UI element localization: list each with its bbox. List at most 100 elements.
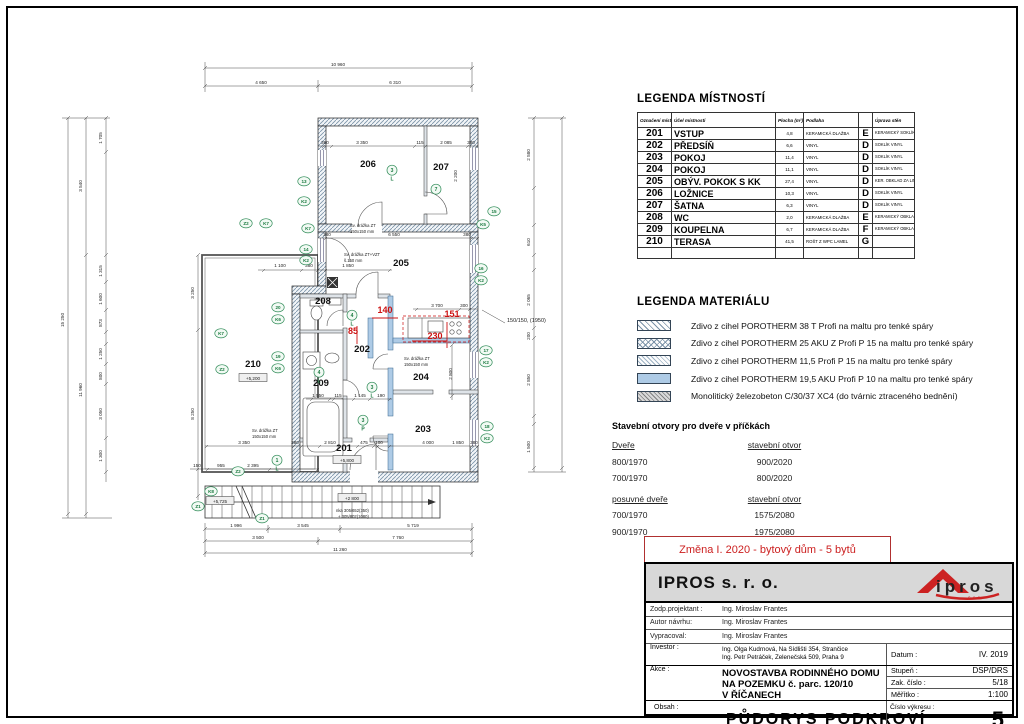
marker-label: K7 bbox=[263, 221, 269, 226]
title-block: IPROS s. r. o. ipros s. r. o. Zodp.proje… bbox=[644, 562, 1014, 716]
door-size: 700/1970 bbox=[612, 510, 727, 520]
title-block-header: IPROS s. r. o. ipros s. r. o. bbox=[646, 564, 1012, 603]
door-openings-title: Stavební otvory pro dveře v příčkách bbox=[612, 421, 882, 431]
table-row: 205OBÝV. POKOK S KK27,4VINYLDKER. OBKLAD… bbox=[638, 176, 915, 188]
plan-note: 150x150 mm bbox=[350, 229, 375, 234]
bathroom-kitchen-fixtures bbox=[303, 298, 470, 456]
company-logo: ipros s. r. o. bbox=[906, 566, 1006, 600]
changed-dimension-label: 140 bbox=[377, 305, 392, 315]
door-size: 800/1970 bbox=[612, 457, 727, 467]
room-number-label: 201 bbox=[336, 443, 353, 454]
dimension-label: 1 850 bbox=[452, 440, 464, 445]
dimension-label: 1 500 bbox=[526, 441, 531, 453]
door-mark-number: 7 bbox=[435, 187, 438, 193]
hatch-porotherm-115-swatch bbox=[637, 355, 671, 366]
dimension-label: 7 760 bbox=[392, 535, 404, 540]
door-opening-row: 700/1970800/2020 bbox=[612, 473, 882, 490]
table-row: 204POKOJ11,1VINYLDSOKLÍK VINYL bbox=[638, 164, 915, 176]
room-id: 206 bbox=[638, 188, 672, 200]
dimension-label: 3 700 bbox=[431, 303, 443, 308]
door-mark-number: 1 bbox=[276, 458, 279, 464]
room-area: 11,4 bbox=[776, 152, 804, 164]
scale-cell: Měřítko :1:100 bbox=[887, 689, 1012, 700]
dimension-label: 380 bbox=[291, 440, 299, 445]
room-wall: SOKLÍK VINYL bbox=[873, 152, 915, 164]
crosshatch-porotherm-25aku-swatch bbox=[637, 338, 671, 349]
dimension-label: 5 719 bbox=[407, 523, 419, 528]
dimension-label: 800 bbox=[98, 372, 103, 380]
plan-note: nka 305/652(350) bbox=[336, 508, 369, 513]
dimension-label: 200 bbox=[526, 332, 531, 340]
dimension-label: 1 850 bbox=[342, 263, 354, 268]
table-header-row: Označení místn. Účel místnosti Plocha (m… bbox=[638, 113, 915, 128]
door-opening-row: 800/1970900/2020 bbox=[612, 457, 882, 474]
room-floor: KERAMICKÁ DLAŽBA bbox=[804, 212, 859, 224]
dimension-label: 1 550 bbox=[312, 393, 324, 398]
door-mark-number: 3 bbox=[371, 385, 374, 391]
content-label: Obsah : bbox=[650, 704, 726, 711]
col-header-wall: Úprava stěn bbox=[873, 113, 915, 128]
dimension-label: 3 250 bbox=[190, 287, 195, 299]
room-name: ŠATNA bbox=[672, 200, 776, 212]
door-mark-letter: L bbox=[275, 467, 278, 473]
room-floor: KERAMICKÁ DLAŽBA bbox=[804, 224, 859, 236]
dimension-label: 11 960 bbox=[78, 383, 83, 397]
door-size: 900/1970 bbox=[612, 527, 727, 537]
room-floor: VINYL bbox=[804, 176, 859, 188]
table-row: 206LOŽNICE10,3VINYLDSOKLÍK VINYL bbox=[638, 188, 915, 200]
marker-label: Z1 bbox=[195, 504, 201, 509]
room-number-label: 203 bbox=[415, 424, 431, 435]
room-area: 10,3 bbox=[776, 188, 804, 200]
dimension-label: 6 550 bbox=[388, 232, 400, 237]
room-number-label: 208 bbox=[315, 296, 331, 307]
room-name: TERASA bbox=[672, 236, 776, 248]
marker-label: 19 bbox=[275, 354, 281, 359]
room-legend: LEGENDA MÍSTNOSTÍ Označení místn. Účel m… bbox=[637, 93, 915, 259]
changed-dimension-label: 85 bbox=[348, 326, 358, 336]
marker-label: K2 bbox=[301, 199, 307, 204]
room-number-label: 202 bbox=[354, 344, 370, 355]
dimension-label: 2 085 bbox=[440, 140, 452, 145]
material-label: Zdivo z cihel POROTHERM 25 AKU Z Profi P… bbox=[691, 338, 973, 348]
material-item: Zdivo z cihel POROTHERM 38 T Profi na ma… bbox=[637, 317, 1023, 335]
table-row: 203POKOJ11,4VINYLDSOKLÍK VINYL bbox=[638, 152, 915, 164]
field-value: Ing. Miroslav Frantes bbox=[722, 619, 787, 626]
investor-row: Investor : Ing. Olga Kudrnová, Na Sídliš… bbox=[646, 644, 1012, 666]
investor-line2: Ing. Petr Petráček, Zelenečská 509, Prah… bbox=[722, 654, 844, 661]
room-name: WC bbox=[672, 212, 776, 224]
stairs bbox=[205, 486, 440, 518]
dimension-label: 11 260 bbox=[333, 547, 347, 552]
dimension-label: 380 bbox=[323, 232, 331, 237]
dimension-label: 15 250 bbox=[60, 313, 65, 327]
dimension-label: 115 bbox=[416, 140, 424, 145]
marker-label: Z2 bbox=[219, 367, 225, 372]
title-block-row: Zodp.projektant :Ing. Miroslav Frantes bbox=[646, 603, 1012, 617]
title-block-row: Vypracoval:Ing. Miroslav Frantes bbox=[646, 630, 1012, 644]
door-mark-number: 3 bbox=[362, 418, 365, 424]
dimension-label: 380 bbox=[321, 140, 329, 145]
room-legend-table: Označení místn. Účel místnosti Plocha (m… bbox=[637, 112, 915, 259]
col-header-letter bbox=[859, 113, 873, 128]
marker-label: 16 bbox=[478, 266, 484, 271]
room-area: 41,5 bbox=[776, 236, 804, 248]
marker-label: K2 bbox=[478, 278, 484, 283]
project-title: NOVOSTAVBA RODINNÉHO DOMU NA POZEMKU č. … bbox=[722, 666, 880, 700]
door-size: 700/1970 bbox=[612, 473, 727, 483]
door-mark-number: 3 bbox=[391, 168, 394, 174]
room-floor: KERAMICKÁ DLAŽBA bbox=[804, 128, 859, 140]
room-area: 11,1 bbox=[776, 164, 804, 176]
investor-label: Investor : bbox=[646, 644, 722, 665]
plan-note: Sv. drážka ZT bbox=[350, 223, 376, 228]
room-floor: VINYL bbox=[804, 164, 859, 176]
dimension-label: 1 600 bbox=[98, 293, 103, 305]
empty-cell bbox=[804, 248, 859, 259]
stage-label: Stupeň : bbox=[891, 666, 918, 675]
date-value: IV. 2019 bbox=[979, 650, 1008, 659]
order-number-label: Zak. číslo : bbox=[891, 678, 926, 687]
room-floor: VINYL bbox=[804, 200, 859, 212]
room-id: 202 bbox=[638, 140, 672, 152]
col-header-area: Plocha (m²) bbox=[776, 113, 804, 128]
room-area: 2,0 bbox=[776, 212, 804, 224]
solid-porotherm-195aku-swatch bbox=[637, 373, 671, 384]
doors-col-header: Dveře bbox=[612, 440, 727, 450]
